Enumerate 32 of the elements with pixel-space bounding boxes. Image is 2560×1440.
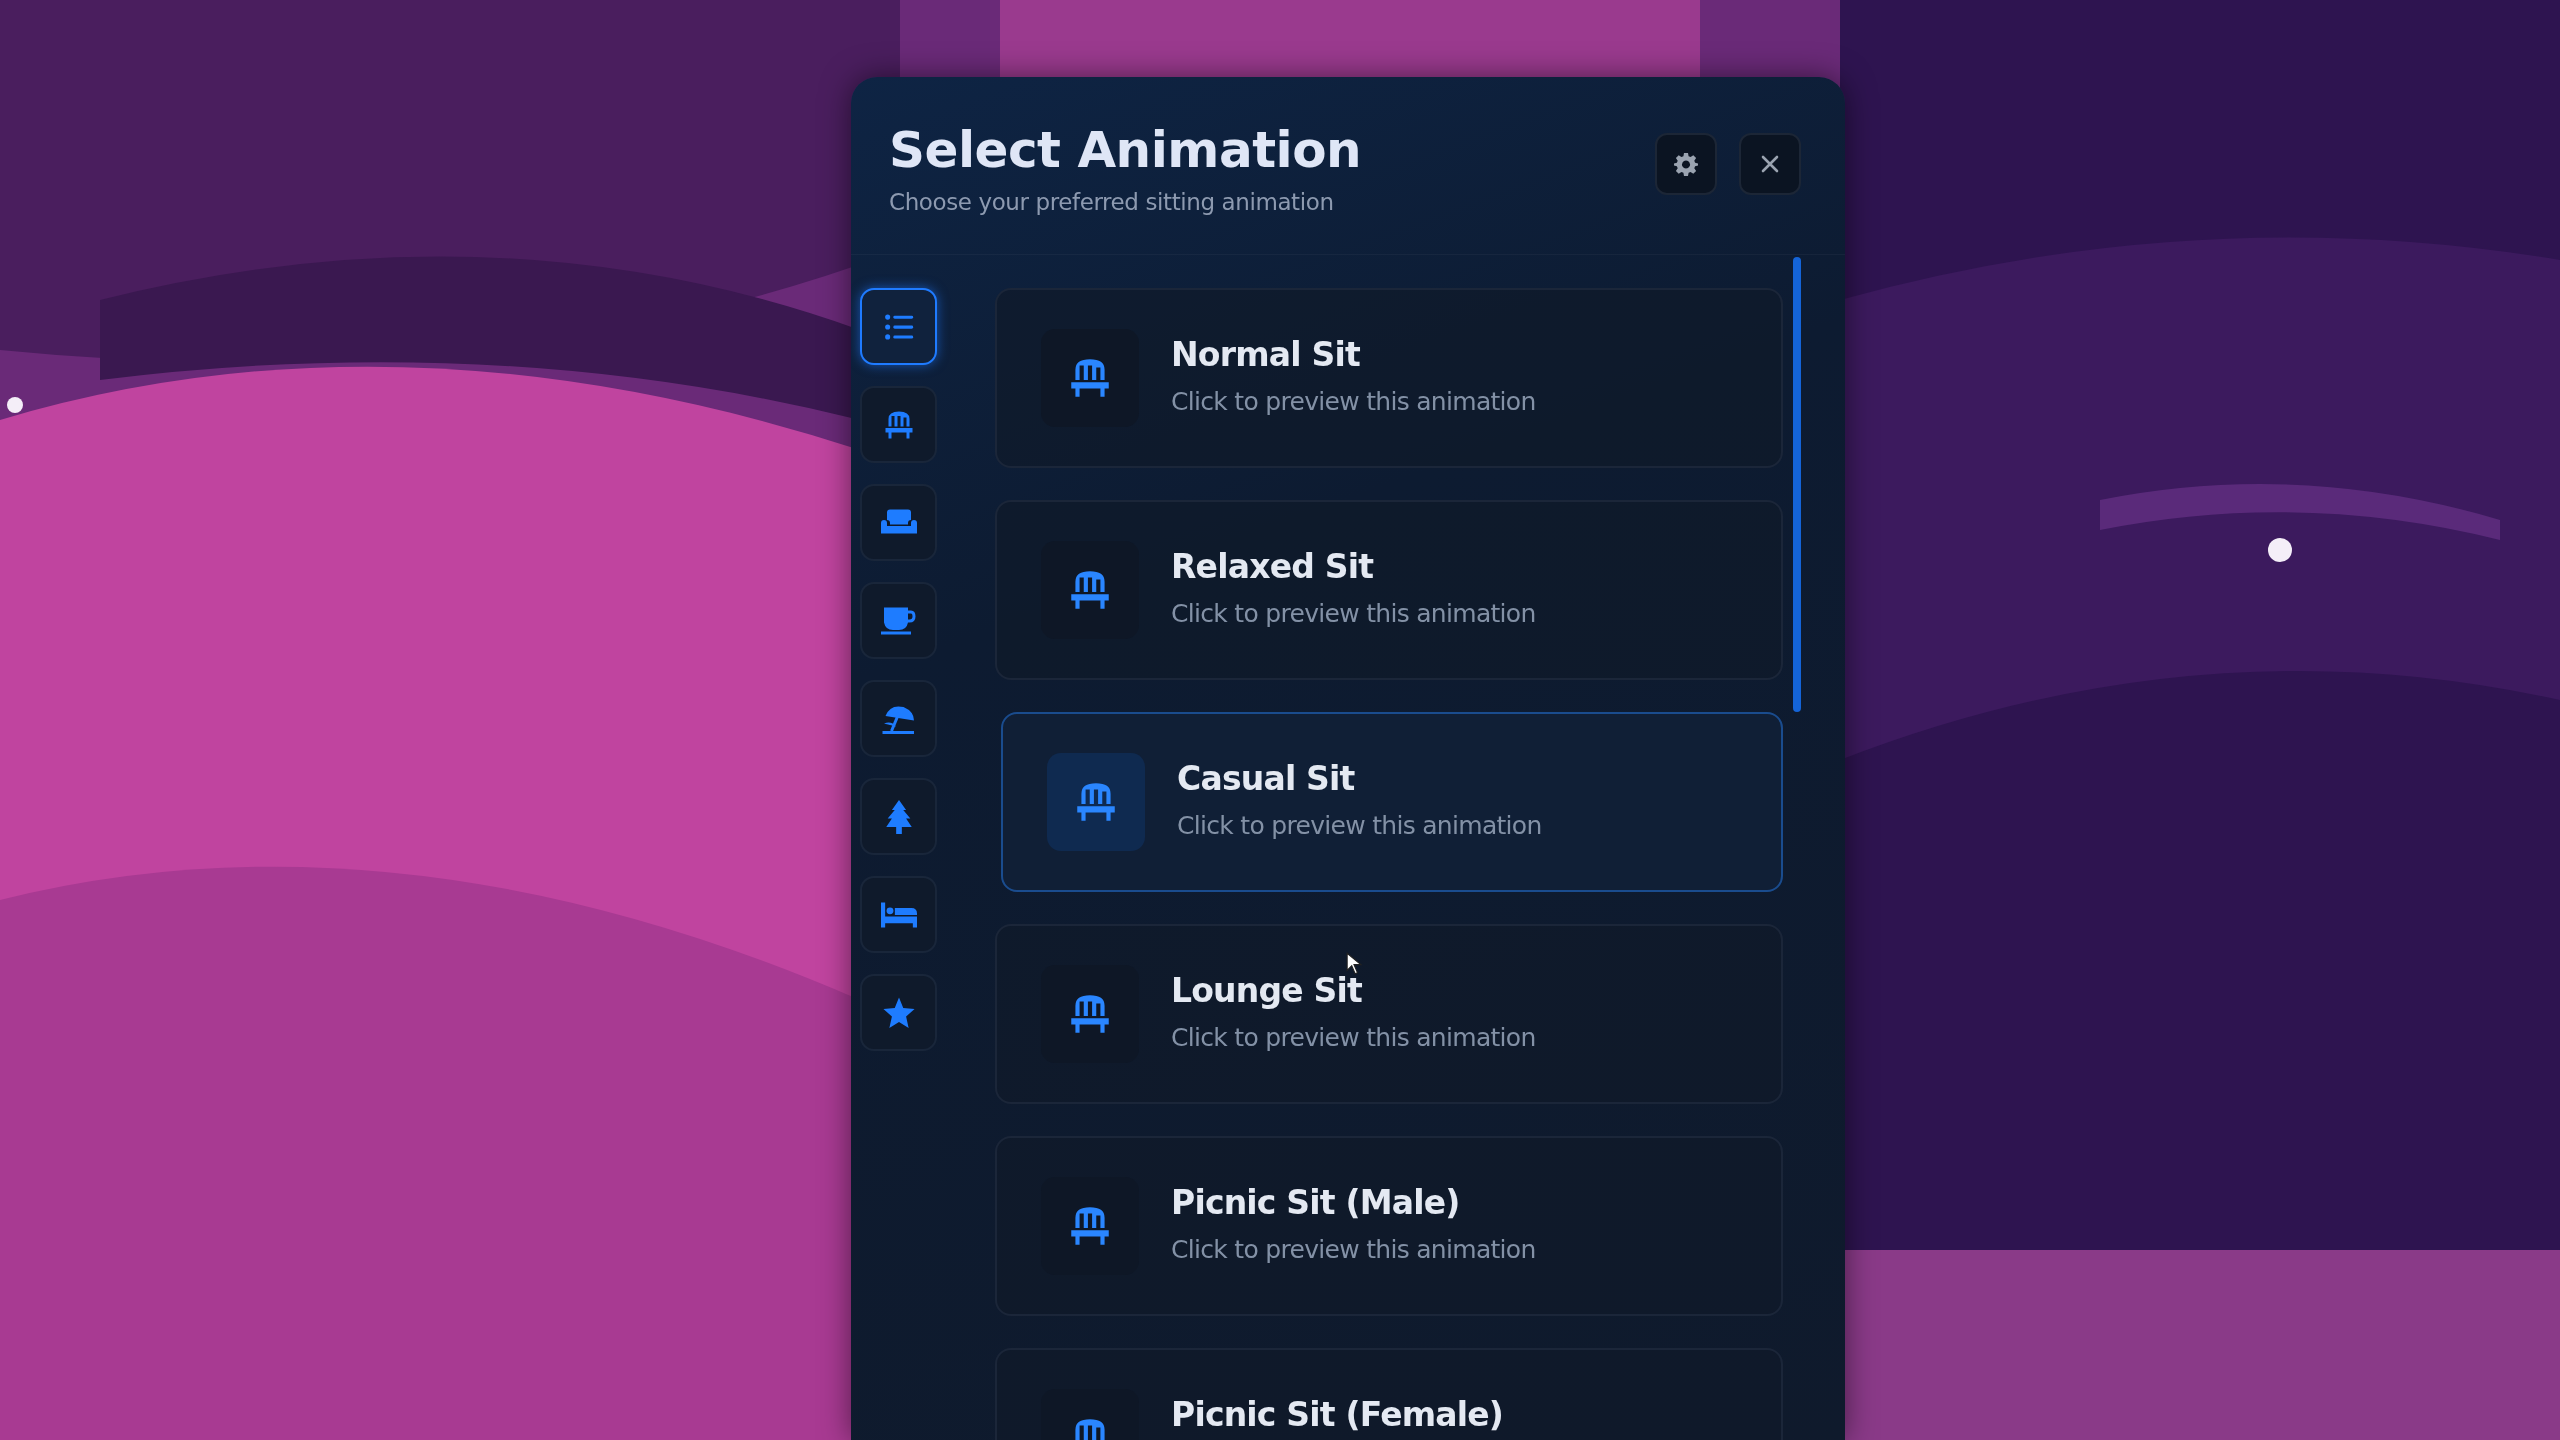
animation-card[interactable]: Relaxed Sit Click to preview this animation — [995, 500, 1783, 680]
scrollbar[interactable] — [1793, 257, 1801, 712]
category-tab[interactable] — [860, 778, 937, 855]
window-subtitle: Choose your preferred sitting animation — [889, 189, 1335, 215]
settings-button[interactable] — [1655, 133, 1717, 195]
animation-card[interactable]: Lounge Sit Click to preview this animation — [995, 924, 1783, 1104]
animation-title: Picnic Sit (Female) — [1171, 1395, 1504, 1435]
animation-title: Casual Sit — [1177, 759, 1356, 799]
animation-description: Click to preview this animation — [1171, 387, 1536, 416]
animation-card[interactable]: Picnic Sit (Male) Click to preview this animation — [995, 1136, 1783, 1316]
close-button[interactable] — [1739, 133, 1801, 195]
animation-description: Click to preview this animation — [1177, 811, 1542, 840]
mouse-pointer-icon — [1346, 952, 1362, 975]
animation-description: Click to preview this animation — [1171, 1023, 1536, 1052]
animation-card[interactable]: Normal Sit Click to preview this animation — [995, 288, 1783, 468]
category-tab[interactable] — [860, 680, 937, 757]
category-tab[interactable] — [860, 386, 937, 463]
category-tab[interactable] — [860, 876, 937, 953]
animation-card[interactable]: Casual Sit Click to preview this animation — [1001, 712, 1783, 892]
category-tab[interactable] — [860, 288, 937, 365]
animation-description: Click to preview this animation — [1171, 1235, 1536, 1264]
window-title: Select Animation — [889, 120, 1362, 181]
animation-card[interactable]: Picnic Sit (Female) — [995, 1348, 1783, 1440]
animation-title: Picnic Sit (Male) — [1171, 1183, 1461, 1223]
category-tab[interactable] — [860, 974, 937, 1051]
category-tab[interactable] — [860, 484, 937, 561]
animation-title: Lounge Sit — [1171, 971, 1364, 1011]
category-tab[interactable] — [860, 582, 937, 659]
animation-title: Normal Sit — [1171, 335, 1361, 375]
animation-description: Click to preview this animation — [1171, 599, 1536, 628]
settings-icon — [1674, 152, 1698, 176]
animation-title: Relaxed Sit — [1171, 547, 1375, 587]
